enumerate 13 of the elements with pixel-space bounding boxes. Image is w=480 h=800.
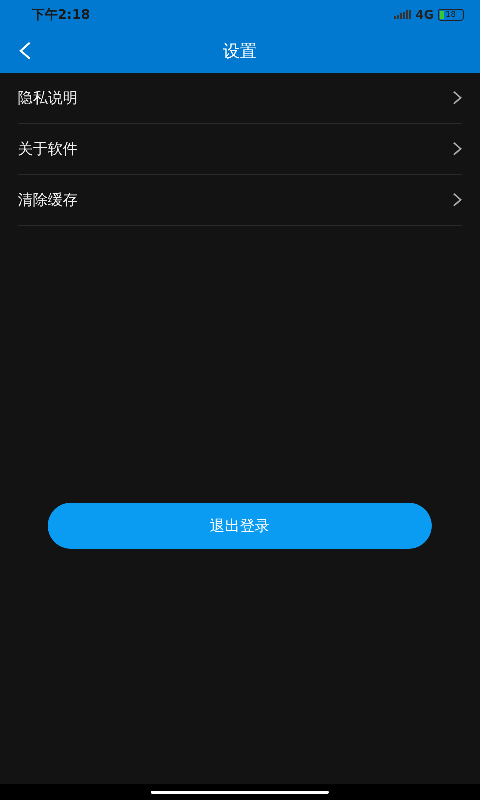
settings-item[interactable]: 关于软件: [18, 124, 462, 175]
back-icon[interactable]: [18, 41, 32, 61]
home-indicator[interactable]: [151, 790, 329, 794]
signal-icon: [394, 10, 412, 20]
chevron-icon: [453, 91, 462, 105]
settings-item[interactable]: 隐私说明: [18, 73, 462, 124]
chevron-icon: [453, 142, 462, 156]
chevron-icon: [453, 193, 462, 207]
settings-item[interactable]: 清除缓存: [18, 175, 462, 226]
network-label: 4G: [416, 8, 434, 22]
status-time: 下午2:18: [32, 7, 90, 24]
battery-icon: 18: [438, 9, 464, 21]
page-title: 设置: [223, 41, 257, 63]
